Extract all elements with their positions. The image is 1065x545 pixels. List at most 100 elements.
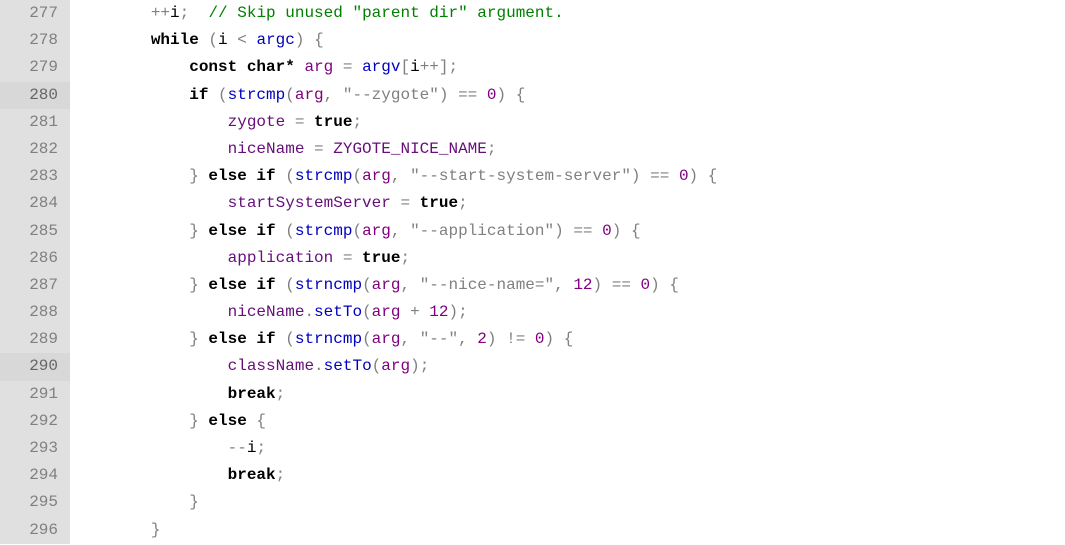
code-line: 286 application = true; [0,245,1065,272]
token: if [189,86,208,104]
token: arg [295,86,324,104]
token: = [295,113,314,131]
code-content: } else { [70,408,1065,435]
token: ; [180,4,209,22]
token: 12 [573,276,592,294]
code-content: } else if (strcmp(arg, "--application") … [70,218,1065,245]
token: [ [400,58,410,76]
token: className [228,357,314,375]
code-content: } [70,517,1065,544]
code-content: if (strcmp(arg, "--zygote") == 0) { [70,82,1065,109]
token: ) == [593,276,641,294]
token: arg [372,330,401,348]
code-line: 278 while (i < argc) { [0,27,1065,54]
token: = [333,58,362,76]
token: . [314,357,324,375]
token: } [189,493,199,511]
code-content: } else if (strncmp(arg, "--nice-name=", … [70,272,1065,299]
token [74,249,228,267]
code-line: 291 break; [0,381,1065,408]
code-content: } else if (strncmp(arg, "--", 2) != 0) { [70,326,1065,353]
line-number: 283 [0,163,70,190]
token: ZYGOTE_NICE_NAME [333,140,487,158]
token: ) == [439,86,487,104]
token: , [400,330,419,348]
token: "--nice-name=" [420,276,554,294]
code-line: 296 } [0,517,1065,544]
token: } [189,412,208,430]
code-line: 290 className.setTo(arg); [0,353,1065,380]
token: arg [381,357,410,375]
token: niceName [228,303,305,321]
token: , [400,276,419,294]
line-number: 290 [0,353,70,380]
token: , [324,86,343,104]
code-content: --i; [70,435,1065,462]
token: i [410,58,420,76]
token: = [314,140,333,158]
token: 12 [429,303,448,321]
token: setTo [314,303,362,321]
code-line: 293 --i; [0,435,1065,462]
token: ) != [487,330,535,348]
token: "--start-system-server" [410,167,631,185]
token: ) { [497,86,526,104]
token [74,303,228,321]
token: arg [372,303,401,321]
token: else if [208,276,275,294]
token: // Skip unused "parent dir" argument. [208,4,563,22]
token: break [228,466,276,484]
code-line: 285 } else if (strcmp(arg, "--applicatio… [0,218,1065,245]
token: arg [362,167,391,185]
token: . [304,303,314,321]
token: strcmp [295,222,353,240]
token: ) { [612,222,641,240]
token [74,58,189,76]
line-number: 279 [0,54,70,81]
token: while [151,31,199,49]
token [74,113,228,131]
token [74,4,151,22]
token [74,357,228,375]
line-number: 289 [0,326,70,353]
token: ; [276,385,286,403]
code-line: 277 ++i; // Skip unused "parent dir" arg… [0,0,1065,27]
token [74,493,189,511]
token [74,385,228,403]
code-line: 283 } else if (strcmp(arg, "--start-syst… [0,163,1065,190]
token: i [247,439,257,457]
token: , [391,167,410,185]
token [74,276,189,294]
token: } [189,330,208,348]
code-line: 284 startSystemServer = true; [0,190,1065,217]
token [74,194,228,212]
token: arg [362,222,391,240]
token [247,31,257,49]
token: ( [362,276,372,294]
token: else [208,412,246,430]
token: ) == [631,167,679,185]
token: } [189,276,208,294]
token: = [400,194,419,212]
token: 0 [487,86,497,104]
line-number: 295 [0,489,70,516]
token: argc [256,31,294,49]
token: ( [285,86,295,104]
token: ) { [295,31,324,49]
token [74,439,228,457]
token: ( [352,167,362,185]
code-content: } else if (strcmp(arg, "--start-system-s… [70,163,1065,190]
token: true [314,113,352,131]
token [74,330,189,348]
token [295,58,305,76]
code-line: 282 niceName = ZYGOTE_NICE_NAME; [0,136,1065,163]
token: const char* [189,58,295,76]
token: ( [362,303,372,321]
token: startSystemServer [228,194,401,212]
token: ) { [689,167,718,185]
token: ) { [545,330,574,348]
token: } [189,222,208,240]
token: ); [449,303,468,321]
line-number: 291 [0,381,70,408]
token: ; [352,113,362,131]
